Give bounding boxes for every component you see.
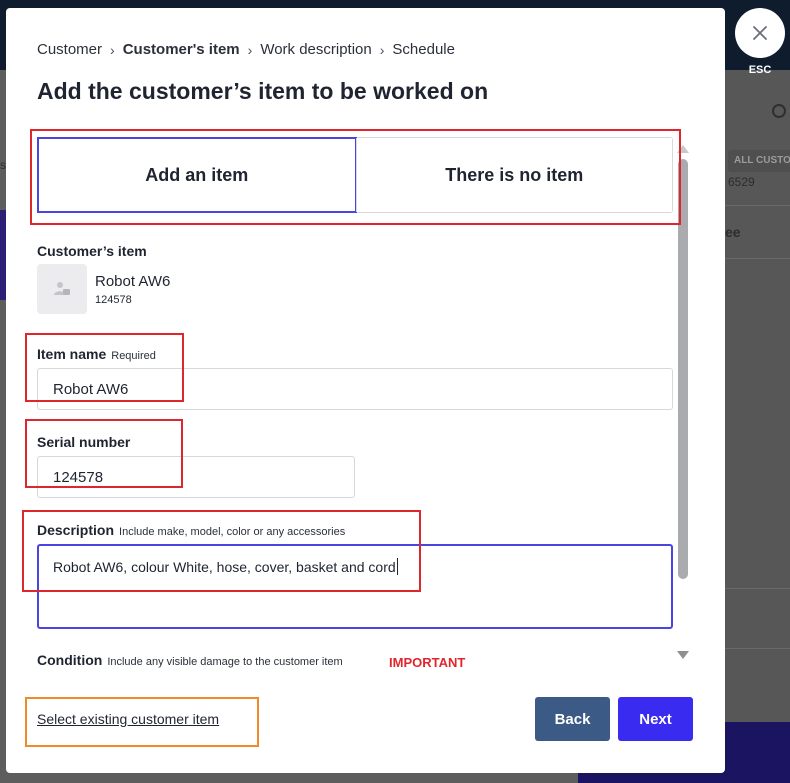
form-scroll-area: Add an item There is no item Customer’s …: [6, 133, 725, 673]
back-button[interactable]: Back: [535, 697, 610, 741]
item-info: Robot AW6 124578: [95, 273, 170, 306]
item-card-name: Robot AW6: [95, 272, 171, 290]
chevron-right-icon: ›: [110, 41, 115, 58]
breadcrumb-customer[interactable]: Customer: [37, 41, 102, 58]
condition-label-text: Condition: [37, 652, 103, 668]
page-title: Add the customer’s item to be worked on: [37, 78, 489, 104]
scroll-thumb[interactable]: [678, 159, 688, 579]
background-row-text: ee: [725, 224, 741, 240]
scroll-up-arrow-icon[interactable]: [677, 145, 689, 153]
no-item-option[interactable]: There is no item: [355, 138, 672, 212]
close-button[interactable]: [735, 8, 785, 58]
customer-item-label: Customer’s item: [37, 243, 147, 259]
required-hint: Required: [111, 350, 156, 362]
item-name-input[interactable]: [37, 368, 673, 410]
background-number: 6529: [728, 175, 755, 189]
add-item-modal: Customer › Customer's item › Work descri…: [6, 8, 725, 773]
description-hint: Include make, model, color or any access…: [119, 526, 346, 538]
esc-label: ESC: [748, 64, 772, 76]
scroll-down-arrow-icon[interactable]: [677, 651, 689, 659]
next-button[interactable]: Next: [618, 697, 693, 741]
breadcrumb: Customer › Customer's item › Work descri…: [37, 41, 455, 58]
serial-number-label: Serial number: [37, 434, 131, 450]
background-divider: [725, 205, 790, 206]
description-label-text: Description: [37, 522, 115, 538]
background-divider: [725, 648, 790, 649]
description-value: Robot AW6, colour White, hose, cover, ba…: [53, 559, 396, 575]
background-divider: [725, 258, 790, 259]
select-existing-item-link[interactable]: Select existing customer item: [37, 711, 219, 727]
history-icon: [772, 104, 786, 118]
serial-number-input[interactable]: [37, 456, 355, 498]
breadcrumb-schedule[interactable]: Schedule: [392, 41, 455, 58]
item-toggle: Add an item There is no item: [37, 137, 673, 213]
description-label: Description Include make, model, color or…: [37, 522, 345, 538]
chevron-right-icon: ›: [379, 41, 385, 58]
close-icon: [753, 26, 767, 40]
item-placeholder-icon: [54, 282, 70, 295]
item-card-serial: 124578: [95, 293, 132, 306]
condition-hint: Include any visible damage to the custom…: [107, 656, 343, 668]
condition-label: Condition Include any visible damage to t…: [37, 652, 343, 668]
breadcrumb-work-description[interactable]: Work description: [260, 41, 371, 58]
chevron-right-icon: ›: [247, 41, 253, 58]
form-scrollbar[interactable]: [676, 145, 690, 673]
breadcrumb-customers-item[interactable]: Customer's item: [123, 41, 240, 58]
item-placeholder-image: [37, 264, 87, 314]
background-chip-label: ALL CUSTO: [734, 155, 790, 166]
item-name-label-text: Item name: [37, 346, 107, 362]
text-caret: [396, 558, 398, 575]
description-textarea[interactable]: Robot AW6, colour White, hose, cover, ba…: [37, 544, 673, 629]
customer-item-card[interactable]: Robot AW6 124578: [37, 264, 170, 314]
important-annotation: IMPORTANT: [389, 655, 466, 670]
background-filter-chip: ALL CUSTO: [728, 150, 790, 172]
background-divider: [725, 588, 790, 589]
add-item-option[interactable]: Add an item: [37, 137, 357, 213]
item-name-label: Item name Required: [37, 346, 156, 362]
